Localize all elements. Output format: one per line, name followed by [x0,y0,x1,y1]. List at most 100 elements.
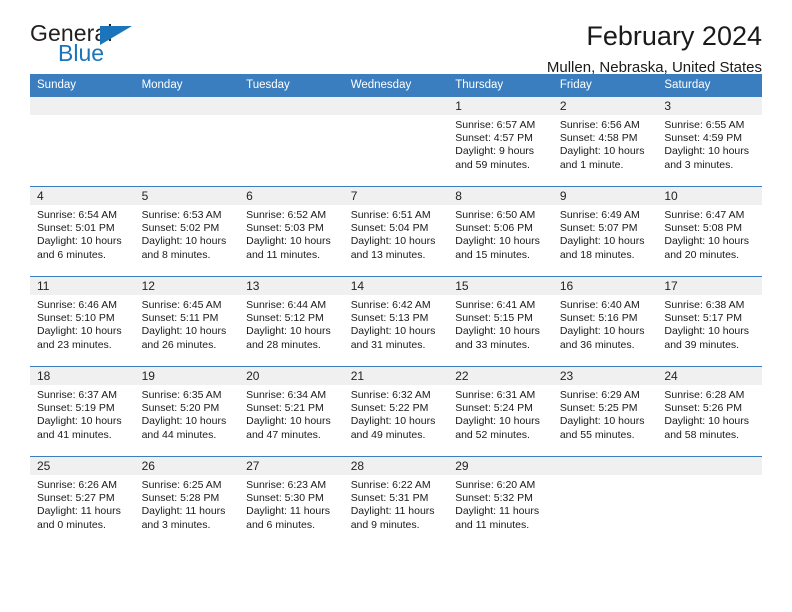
sunrise-text: Sunrise: 6:46 AM [37,299,117,311]
general-blue-logo[interactable]: General Blue [30,22,170,72]
day-number: 23 [552,367,658,385]
sunset-text: Sunset: 5:06 PM [455,222,533,235]
calendar-day-cell[interactable]: 21 Sunrise: 6:32 AM Sunset: 5:22 PM Dayligh… [343,366,449,457]
sunrise-text: Sunrise: 6:40 AM [559,299,640,311]
day-number: 24 [657,367,762,385]
calendar-week-row: 25 Sunrise: 6:26 AM Sunset: 5:27 PM Dayligh… [30,456,762,551]
calendar-day-cell[interactable]: 29 Sunrise: 6:20 AM Sunset: 5:32 PM Dayligh… [448,456,553,551]
sunrise-text: Sunrise: 6:41 AM [455,299,536,311]
day-details: Sunrise: 6:45 AM Sunset: 5:11 PM Daylight:… [135,295,240,352]
calendar-day-cell[interactable]: 17 Sunrise: 6:38 AM Sunset: 5:17 PM Dayligh… [657,276,762,367]
calendar-day-cell[interactable]: 6 Sunrise: 6:52 AM Sunset: 5:03 PM Daylight… [239,186,344,277]
sunset-text: Sunset: 5:04 PM [350,222,429,235]
calendar-day-cell[interactable]: 23 Sunrise: 6:29 AM Sunset: 5:25 PM Dayligh… [552,366,658,457]
day-details: Sunrise: 6:38 AM Sunset: 5:17 PM Daylight:… [657,295,762,352]
calendar-week-row: 18 Sunrise: 6:37 AM Sunset: 5:19 PM Dayligh… [30,366,762,457]
day-number: 19 [134,367,240,385]
sunrise-text: Sunrise: 6:38 AM [664,299,745,311]
calendar-day-cell[interactable]: 26 Sunrise: 6:25 AM Sunset: 5:28 PM Dayligh… [134,456,240,551]
day-details: Sunrise: 6:34 AM Sunset: 5:21 PM Daylight:… [239,385,344,442]
weekday-header-sunday: Sunday [30,74,135,97]
calendar-day-cell[interactable]: 22 Sunrise: 6:31 AM Sunset: 5:24 PM Dayligh… [448,366,553,457]
sunrise-text: Sunrise: 6:52 AM [246,209,327,221]
daylight-text: Daylight: 10 hours and 23 minutes. [37,325,122,351]
day-details: Sunrise: 6:49 AM Sunset: 5:07 PM Daylight:… [553,205,658,262]
day-number: 26 [134,457,240,475]
day-number: 10 [657,187,762,205]
day-number: 4 [30,187,135,205]
day-details: Sunrise: 6:26 AM Sunset: 5:27 PM Daylight:… [30,475,135,532]
calendar-day-cell[interactable]: 13 Sunrise: 6:44 AM Sunset: 5:12 PM Dayligh… [239,276,344,367]
calendar-day-cell[interactable]: 20 Sunrise: 6:34 AM Sunset: 5:21 PM Dayligh… [239,366,344,457]
weekday-header-thursday: Thursday [448,74,553,97]
sunset-text: Sunset: 5:15 PM [455,312,533,325]
sunset-text: Sunset: 5:10 PM [37,312,115,325]
sunrise-text: Sunrise: 6:22 AM [350,479,431,491]
day-number: 14 [343,277,449,295]
day-details: Sunrise: 6:57 AM Sunset: 4:57 PM Daylight:… [448,115,553,172]
calendar-week-row: 4 Sunrise: 6:54 AM Sunset: 5:01 PM Daylight… [30,186,762,277]
day-details: Sunrise: 6:41 AM Sunset: 5:15 PM Daylight:… [448,295,553,352]
daylight-text: Daylight: 11 hours and 11 minutes. [455,505,540,531]
day-number [552,457,658,475]
calendar-day-cell[interactable]: 15 Sunrise: 6:41 AM Sunset: 5:15 PM Dayligh… [448,276,553,367]
day-details: Sunrise: 6:35 AM Sunset: 5:20 PM Daylight:… [135,385,240,442]
day-details: Sunrise: 6:51 AM Sunset: 5:04 PM Daylight:… [344,205,449,262]
calendar-day-cell[interactable]: 4 Sunrise: 6:54 AM Sunset: 5:01 PM Daylight… [30,186,135,277]
weekday-header-friday: Friday [552,74,658,97]
sunset-text: Sunset: 5:08 PM [664,222,743,235]
day-details: Sunrise: 6:56 AM Sunset: 4:58 PM Daylight:… [553,115,658,172]
sunrise-text: Sunrise: 6:51 AM [350,209,431,221]
calendar-day-cell[interactable]: 8 Sunrise: 6:50 AM Sunset: 5:06 PM Daylight… [448,186,553,277]
calendar-day-cell[interactable]: 24 Sunrise: 6:28 AM Sunset: 5:26 PM Dayligh… [657,366,762,457]
daylight-text: Daylight: 10 hours and 49 minutes. [350,415,436,441]
calendar-day-cell[interactable]: 28 Sunrise: 6:22 AM Sunset: 5:31 PM Dayligh… [343,456,449,551]
calendar-day-cell[interactable]: 10 Sunrise: 6:47 AM Sunset: 5:08 PM Dayligh… [657,186,762,277]
sunrise-text: Sunrise: 6:34 AM [246,389,327,401]
daylight-text: Daylight: 11 hours and 3 minutes. [141,505,226,531]
calendar-day-cell[interactable]: 18 Sunrise: 6:37 AM Sunset: 5:19 PM Dayligh… [30,366,135,457]
day-details: Sunrise: 6:53 AM Sunset: 5:02 PM Daylight:… [135,205,240,262]
calendar-day-cell[interactable]: 19 Sunrise: 6:35 AM Sunset: 5:20 PM Dayligh… [134,366,240,457]
day-details: Sunrise: 6:54 AM Sunset: 5:01 PM Daylight:… [30,205,135,262]
page-title: February 2024 [586,21,762,51]
calendar-cell-empty [343,96,449,187]
daylight-text: Daylight: 10 hours and 26 minutes. [141,325,227,351]
logo-text-blue: Blue [58,40,105,66]
calendar-body: 1 Sunrise: 6:57 AM Sunset: 4:57 PM Daylight… [30,96,762,551]
calendar-day-cell[interactable]: 16 Sunrise: 6:40 AM Sunset: 5:16 PM Dayligh… [552,276,658,367]
sunrise-text: Sunrise: 6:25 AM [141,479,222,491]
day-number [239,97,344,115]
day-details: Sunrise: 6:50 AM Sunset: 5:06 PM Daylight:… [448,205,553,262]
calendar-day-cell[interactable]: 12 Sunrise: 6:45 AM Sunset: 5:11 PM Dayligh… [134,276,240,367]
calendar-day-cell[interactable]: 3 Sunrise: 6:55 AM Sunset: 4:59 PM Daylight… [657,96,762,187]
sunset-text: Sunset: 5:25 PM [559,402,638,415]
title-block: February 2024 Mullen, Nebraska, United S… [547,21,762,77]
calendar-day-cell[interactable]: 5 Sunrise: 6:53 AM Sunset: 5:02 PM Daylight… [134,186,240,277]
daylight-text: Daylight: 10 hours and 33 minutes. [455,325,540,351]
calendar-day-cell[interactable]: 7 Sunrise: 6:51 AM Sunset: 5:04 PM Daylight… [343,186,449,277]
calendar-day-cell[interactable]: 25 Sunrise: 6:26 AM Sunset: 5:27 PM Dayligh… [30,456,135,551]
day-number: 27 [239,457,344,475]
sunset-text: Sunset: 5:13 PM [350,312,429,325]
sunrise-text: Sunrise: 6:42 AM [350,299,431,311]
day-number: 28 [343,457,449,475]
day-number: 15 [448,277,553,295]
calendar-day-cell[interactable]: 11 Sunrise: 6:46 AM Sunset: 5:10 PM Dayligh… [30,276,135,367]
day-number: 21 [343,367,449,385]
calendar-day-cell[interactable]: 2 Sunrise: 6:56 AM Sunset: 4:58 PM Daylight… [552,96,658,187]
sunrise-text: Sunrise: 6:37 AM [37,389,117,401]
calendar-day-cell[interactable]: 27 Sunrise: 6:23 AM Sunset: 5:30 PM Dayligh… [239,456,344,551]
sunrise-text: Sunrise: 6:45 AM [141,299,222,311]
day-details: Sunrise: 6:44 AM Sunset: 5:12 PM Daylight:… [239,295,344,352]
calendar-cell-empty [657,456,762,551]
calendar-day-cell[interactable]: 14 Sunrise: 6:42 AM Sunset: 5:13 PM Dayligh… [343,276,449,367]
calendar-day-cell[interactable]: 1 Sunrise: 6:57 AM Sunset: 4:57 PM Daylight… [448,96,553,187]
day-number: 5 [134,187,240,205]
day-number: 18 [30,367,135,385]
calendar-day-cell[interactable]: 9 Sunrise: 6:49 AM Sunset: 5:07 PM Daylight… [552,186,658,277]
day-details: Sunrise: 6:20 AM Sunset: 5:32 PM Daylight:… [448,475,553,532]
sunset-text: Sunset: 5:20 PM [141,402,220,415]
day-details: Sunrise: 6:32 AM Sunset: 5:22 PM Daylight:… [344,385,449,442]
calendar-page: General Blue February 2024 Mullen, Nebra… [0,0,792,612]
